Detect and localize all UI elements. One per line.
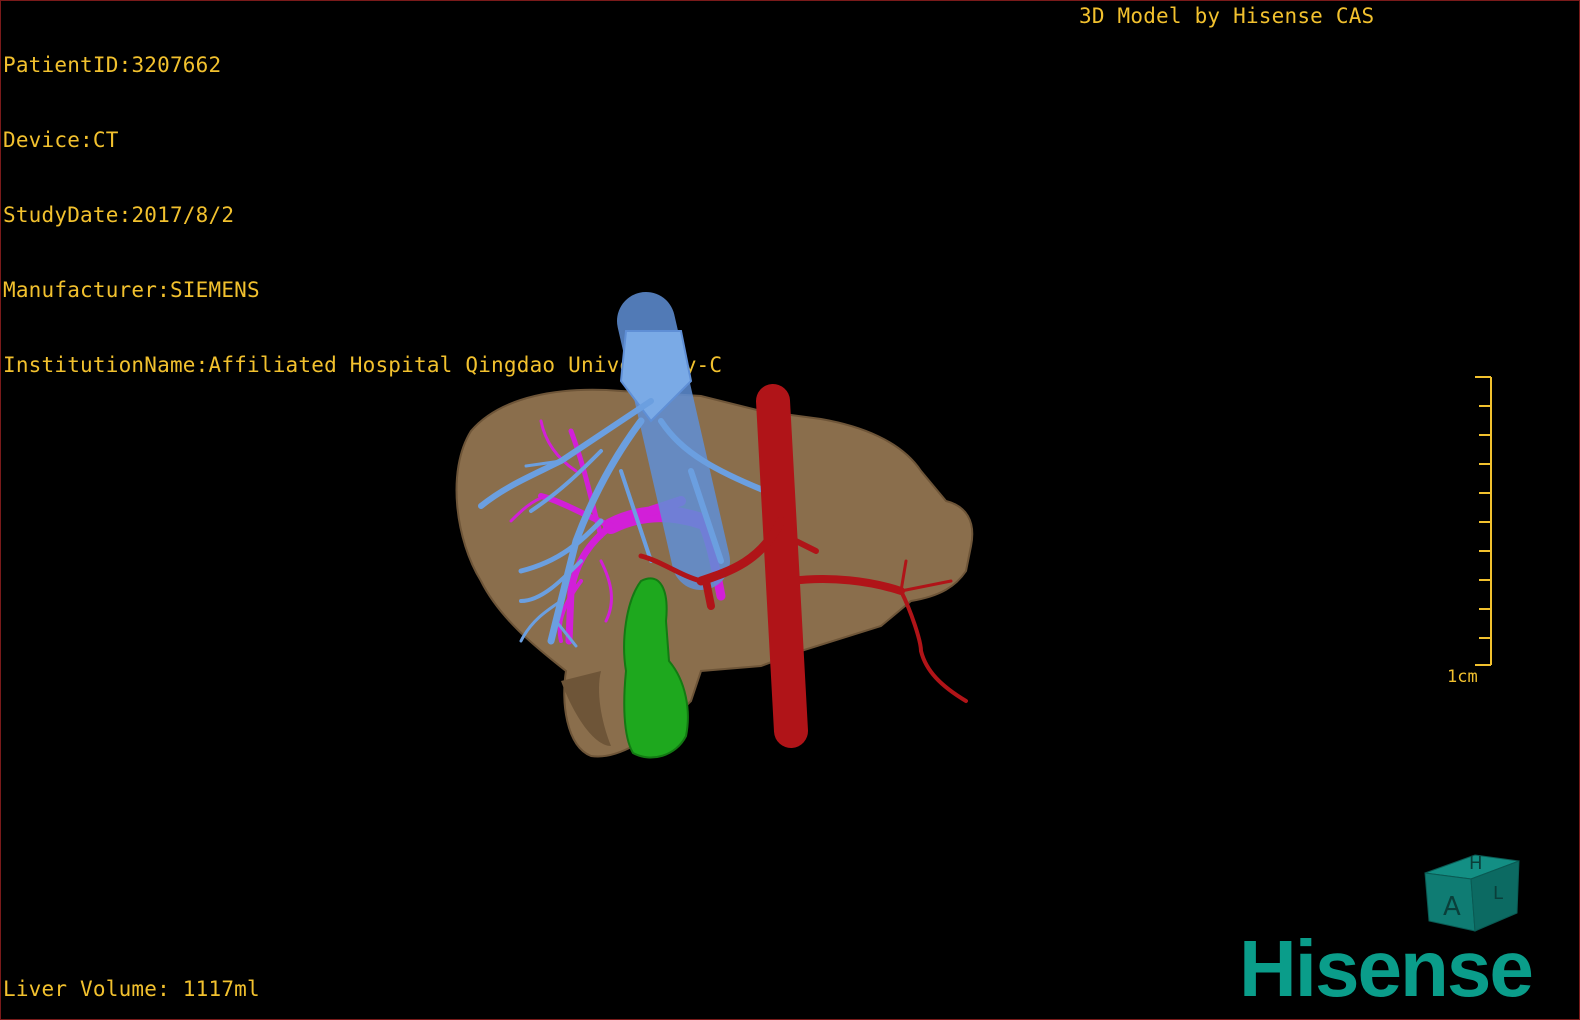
3d-viewport[interactable]: PatientID:3207662 Device:CT StudyDate:20… [0, 0, 1580, 1020]
cube-front-label: A [1443, 892, 1461, 922]
cube-top-label: H [1469, 853, 1483, 874]
hisense-logo: Hisense [1239, 924, 1534, 1013]
scale-bar-label: 1cm [1447, 667, 1478, 687]
cube-side-label: L [1493, 883, 1503, 904]
liver-3d-model[interactable] [1, 1, 1580, 1020]
scale-bar [1475, 376, 1492, 666]
liver-volume: Liver Volume: 1117ml [3, 977, 260, 1001]
orientation-cube[interactable]: H A L [1419, 835, 1523, 935]
